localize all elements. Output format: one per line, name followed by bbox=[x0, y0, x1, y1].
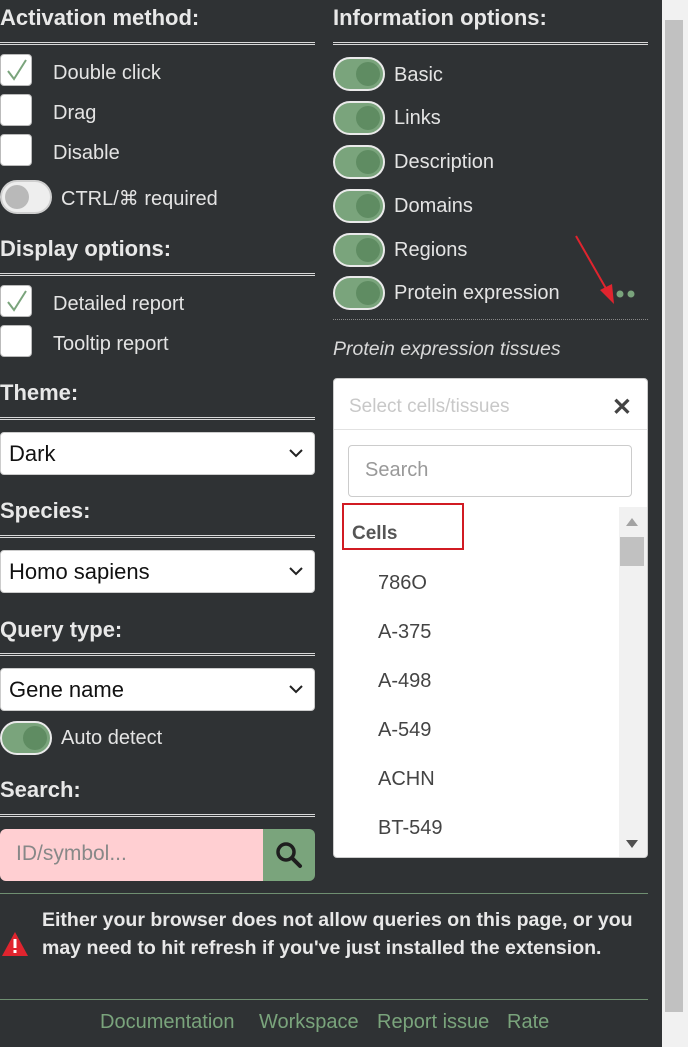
theme-value: Dark bbox=[9, 441, 56, 466]
documentation-link[interactable]: Documentation bbox=[100, 1011, 235, 1034]
info-options-heading: Information options: bbox=[333, 5, 547, 30]
drag-label: Drag bbox=[53, 102, 97, 124]
divider bbox=[0, 417, 315, 420]
display-heading: Display options: bbox=[0, 236, 172, 261]
list-item[interactable]: A-375 bbox=[378, 621, 431, 644]
ctrl-required-toggle[interactable] bbox=[0, 180, 52, 214]
regions-label: Regions bbox=[394, 239, 468, 261]
tissue-select-placeholder: Select cells/tissues bbox=[349, 396, 510, 417]
list-item[interactable]: 786O bbox=[378, 572, 427, 595]
theme-select[interactable]: Dark bbox=[0, 432, 315, 475]
divider bbox=[0, 273, 315, 276]
divider bbox=[333, 42, 648, 45]
tissues-label: Protein expression tissues bbox=[333, 338, 561, 360]
activation-heading: Activation method: bbox=[0, 5, 200, 30]
page-scrollbar[interactable] bbox=[662, 0, 688, 1047]
notice-text: Either your browser does not allow queri… bbox=[42, 909, 633, 959]
scroll-up-icon[interactable] bbox=[626, 518, 638, 526]
basic-label: Basic bbox=[394, 64, 443, 86]
list-item[interactable]: A-549 bbox=[378, 719, 431, 742]
basic-toggle[interactable] bbox=[333, 57, 385, 91]
theme-heading: Theme: bbox=[0, 380, 79, 405]
domains-toggle[interactable] bbox=[333, 189, 385, 223]
annotation-arrow-icon bbox=[575, 235, 614, 304]
domains-label: Domains bbox=[394, 195, 473, 217]
list-item[interactable]: BT-549 bbox=[378, 817, 442, 840]
divider bbox=[0, 814, 315, 817]
list-item[interactable]: A-498 bbox=[378, 670, 431, 693]
list-scrollbar[interactable] bbox=[619, 507, 647, 857]
disable-checkbox[interactable] bbox=[0, 134, 32, 166]
rate-link[interactable]: Rate bbox=[507, 1011, 549, 1034]
species-heading: Species: bbox=[0, 498, 91, 523]
report-issue-link[interactable]: Report issue bbox=[377, 1011, 489, 1034]
divider bbox=[0, 999, 648, 1000]
divider bbox=[0, 653, 315, 656]
double-click-label: Double click bbox=[53, 62, 161, 84]
scroll-down-icon[interactable] bbox=[626, 840, 638, 848]
search-input[interactable]: ID/symbol... bbox=[0, 829, 264, 881]
chevron-down-icon bbox=[289, 449, 303, 458]
check-icon bbox=[7, 290, 27, 312]
close-icon[interactable]: ✕ bbox=[612, 393, 632, 422]
query-type-select[interactable]: Gene name bbox=[0, 668, 315, 711]
tissue-search-input[interactable]: Search bbox=[348, 445, 632, 497]
query-type-heading: Query type: bbox=[0, 617, 123, 642]
cells-group-label: Cells bbox=[352, 523, 398, 544]
tissue-select-panel[interactable]: Select cells/tissues ✕ Search Cells 786O… bbox=[333, 378, 648, 858]
divider bbox=[0, 893, 648, 894]
workspace-link[interactable]: Workspace bbox=[259, 1011, 359, 1034]
check-icon bbox=[7, 59, 27, 81]
protein-expression-toggle[interactable] bbox=[333, 276, 385, 310]
chevron-down-icon bbox=[289, 685, 303, 694]
divider bbox=[0, 42, 315, 45]
drag-checkbox[interactable] bbox=[0, 94, 32, 126]
tooltip-report-label: Tooltip report bbox=[53, 333, 169, 355]
chevron-down-icon bbox=[289, 567, 303, 576]
double-click-checkbox[interactable] bbox=[0, 54, 32, 86]
list-item[interactable]: ACHN bbox=[378, 768, 435, 791]
tooltip-report-checkbox[interactable] bbox=[0, 325, 32, 357]
auto-detect-label: Auto detect bbox=[61, 727, 163, 749]
divider bbox=[0, 535, 315, 538]
list-scrollbar-thumb[interactable] bbox=[620, 537, 644, 566]
search-button[interactable] bbox=[263, 829, 315, 881]
dotted-divider bbox=[333, 319, 648, 320]
species-select[interactable]: Homo sapiens bbox=[0, 550, 315, 593]
links-label: Links bbox=[394, 107, 441, 129]
detailed-report-checkbox[interactable] bbox=[0, 285, 32, 317]
search-icon bbox=[276, 842, 302, 868]
divider bbox=[334, 429, 647, 430]
ctrl-required-label: CTRL/⌘ required bbox=[61, 188, 218, 210]
links-toggle[interactable] bbox=[333, 101, 385, 135]
search-heading: Search: bbox=[0, 777, 81, 802]
detailed-report-label: Detailed report bbox=[53, 293, 185, 315]
species-value: Homo sapiens bbox=[9, 559, 150, 584]
description-label: Description bbox=[394, 151, 495, 173]
description-toggle[interactable] bbox=[333, 145, 385, 179]
protein-expression-label: Protein expression bbox=[394, 282, 560, 304]
disable-label: Disable bbox=[53, 142, 120, 164]
page-scrollbar-thumb[interactable] bbox=[665, 20, 683, 1012]
query-type-value: Gene name bbox=[9, 677, 124, 702]
regions-toggle[interactable] bbox=[333, 233, 385, 267]
auto-detect-toggle[interactable] bbox=[0, 721, 52, 755]
warning-icon bbox=[2, 932, 28, 956]
